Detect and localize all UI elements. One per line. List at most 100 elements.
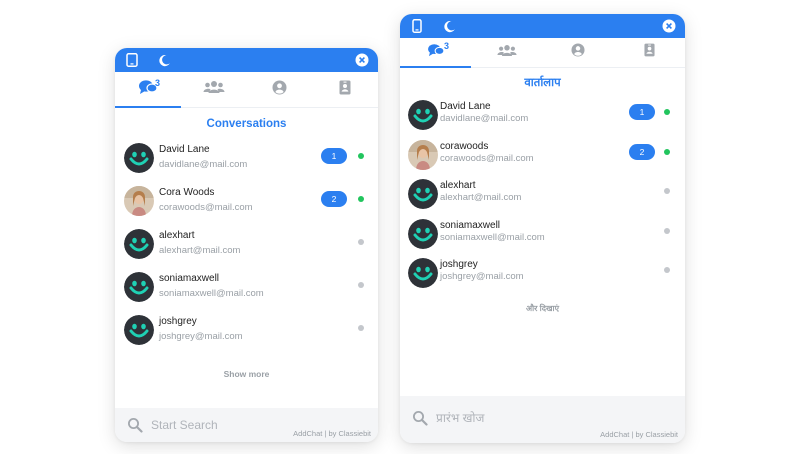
contact-row[interactable]: David Lane davidlane@mail.com 1	[115, 141, 378, 181]
contact-name: soniamaxwell	[440, 219, 501, 231]
widget-tabs: 3	[115, 72, 378, 108]
smiley-avatar-icon	[124, 143, 154, 173]
contact-row[interactable]: joshgrey joshgrey@mail.com	[400, 256, 685, 296]
tab-users[interactable]	[471, 38, 542, 67]
offline-status-dot	[664, 227, 670, 234]
contact-row[interactable]: corawoods corawoods@mail.com 2	[400, 138, 685, 178]
widget-tabs: 3	[400, 38, 685, 68]
contact-name: alexhart	[440, 180, 476, 191]
contact-row[interactable]: joshgrey joshgrey@mail.com	[115, 313, 378, 353]
contact-name: corawoods	[440, 140, 489, 152]
smiley-avatar-icon	[408, 100, 438, 130]
tab-profile[interactable]	[543, 38, 614, 67]
contact-card-icon	[339, 80, 351, 100]
search-icon	[412, 410, 428, 426]
tablet-icon[interactable]	[123, 51, 141, 69]
moon-icon[interactable]	[440, 17, 458, 35]
avatar	[124, 143, 154, 173]
credit-text: AddChat | by Classiebit	[600, 430, 678, 439]
tab-conversations[interactable]: 3	[400, 38, 472, 68]
moon-icon[interactable]	[155, 51, 173, 69]
section-title: वार्तालाप	[524, 77, 561, 89]
avatar	[408, 139, 438, 170]
unread-count-badge: 3	[155, 78, 161, 88]
conversations-icon	[427, 43, 445, 62]
contact-email: joshgrey@mail.com	[440, 271, 524, 282]
tab-contacts[interactable]	[312, 72, 378, 107]
widget-topbar	[400, 14, 685, 38]
show-more-link[interactable]: और दिखाएं	[400, 303, 685, 314]
avatar	[408, 218, 438, 249]
contact-row[interactable]: David Lane davidlane@mail.com 1	[400, 98, 685, 138]
search-bar: AddChat | by Classiebit	[115, 408, 378, 442]
user-photo-icon	[124, 186, 154, 216]
online-status-dot	[358, 196, 364, 202]
avatar	[408, 258, 438, 288]
avatar	[408, 100, 438, 130]
contact-card-icon	[644, 43, 655, 62]
offline-status-dot	[358, 239, 364, 245]
contact-email: corawoods@mail.com	[440, 152, 534, 164]
profile-icon	[571, 43, 585, 62]
tab-users[interactable]	[181, 72, 247, 107]
search-input[interactable]	[436, 409, 576, 427]
contact-name: joshgrey	[159, 316, 197, 327]
avatar	[124, 229, 154, 259]
chat-widget-english: 3 Conversations David Lane davidlane@mail…	[115, 48, 378, 442]
smiley-avatar-icon	[408, 218, 438, 249]
smiley-avatar-icon	[124, 272, 154, 302]
unread-count-pill: 1	[321, 148, 347, 164]
smiley-avatar-icon	[124, 229, 154, 259]
contact-email: corawoods@mail.com	[159, 202, 253, 213]
close-icon[interactable]	[661, 18, 677, 34]
smiley-avatar-icon	[124, 315, 154, 345]
contact-email: alexhart@mail.com	[440, 192, 522, 203]
unread-count-pill: 2	[321, 191, 347, 207]
tab-profile[interactable]	[247, 72, 313, 107]
contact-row[interactable]: Cora Woods corawoods@mail.com 2	[115, 184, 378, 224]
unread-count-badge: 3	[444, 41, 450, 51]
smiley-avatar-icon	[408, 179, 438, 209]
contact-name: alexhart	[159, 230, 195, 241]
users-icon	[203, 80, 225, 99]
contact-email: soniamaxwell@mail.com	[440, 231, 545, 243]
offline-status-dot	[358, 282, 364, 288]
online-status-dot	[358, 153, 364, 159]
contact-email: davidlane@mail.com	[159, 159, 248, 170]
contact-row[interactable]: soniamaxwell soniamaxwell@mail.com	[400, 217, 685, 257]
search-bar: AddChat | by Classiebit	[400, 396, 685, 443]
avatar	[124, 315, 154, 345]
contact-email: davidlane@mail.com	[440, 113, 529, 124]
contact-name: David Lane	[159, 144, 210, 155]
offline-status-dot	[664, 267, 670, 273]
contact-name: Cora Woods	[159, 187, 215, 198]
unread-count-pill: 1	[629, 104, 655, 120]
contact-name: soniamaxwell	[159, 273, 220, 284]
contact-name: joshgrey	[440, 259, 478, 270]
contact-row[interactable]: alexhart alexhart@mail.com	[400, 177, 685, 217]
profile-icon	[272, 80, 287, 100]
chat-widget-hindi: 3 वार्तालाप David Lane davidlane@mail.com…	[400, 14, 685, 443]
tab-contacts[interactable]	[614, 38, 685, 67]
contact-row[interactable]: alexhart alexhart@mail.com	[115, 227, 378, 267]
search-input[interactable]	[151, 416, 291, 434]
user-photo-icon	[408, 139, 438, 170]
tab-conversations[interactable]: 3	[115, 72, 181, 108]
contact-email: joshgrey@mail.com	[159, 331, 243, 342]
search-icon	[127, 417, 143, 433]
contact-name: David Lane	[440, 101, 491, 112]
show-more-link[interactable]: Show more	[115, 369, 378, 379]
tablet-icon[interactable]	[408, 17, 426, 35]
offline-status-dot	[358, 325, 364, 331]
avatar	[124, 272, 154, 302]
contact-email: soniamaxwell@mail.com	[159, 288, 264, 299]
avatar	[124, 186, 154, 216]
users-icon	[497, 44, 517, 62]
offline-status-dot	[664, 188, 670, 194]
contact-row[interactable]: soniamaxwell soniamaxwell@mail.com	[115, 270, 378, 310]
section-title: Conversations	[206, 118, 287, 130]
avatar	[408, 179, 438, 209]
close-icon[interactable]	[354, 52, 370, 68]
credit-text: AddChat | by Classiebit	[293, 429, 371, 438]
smiley-avatar-icon	[408, 258, 438, 288]
